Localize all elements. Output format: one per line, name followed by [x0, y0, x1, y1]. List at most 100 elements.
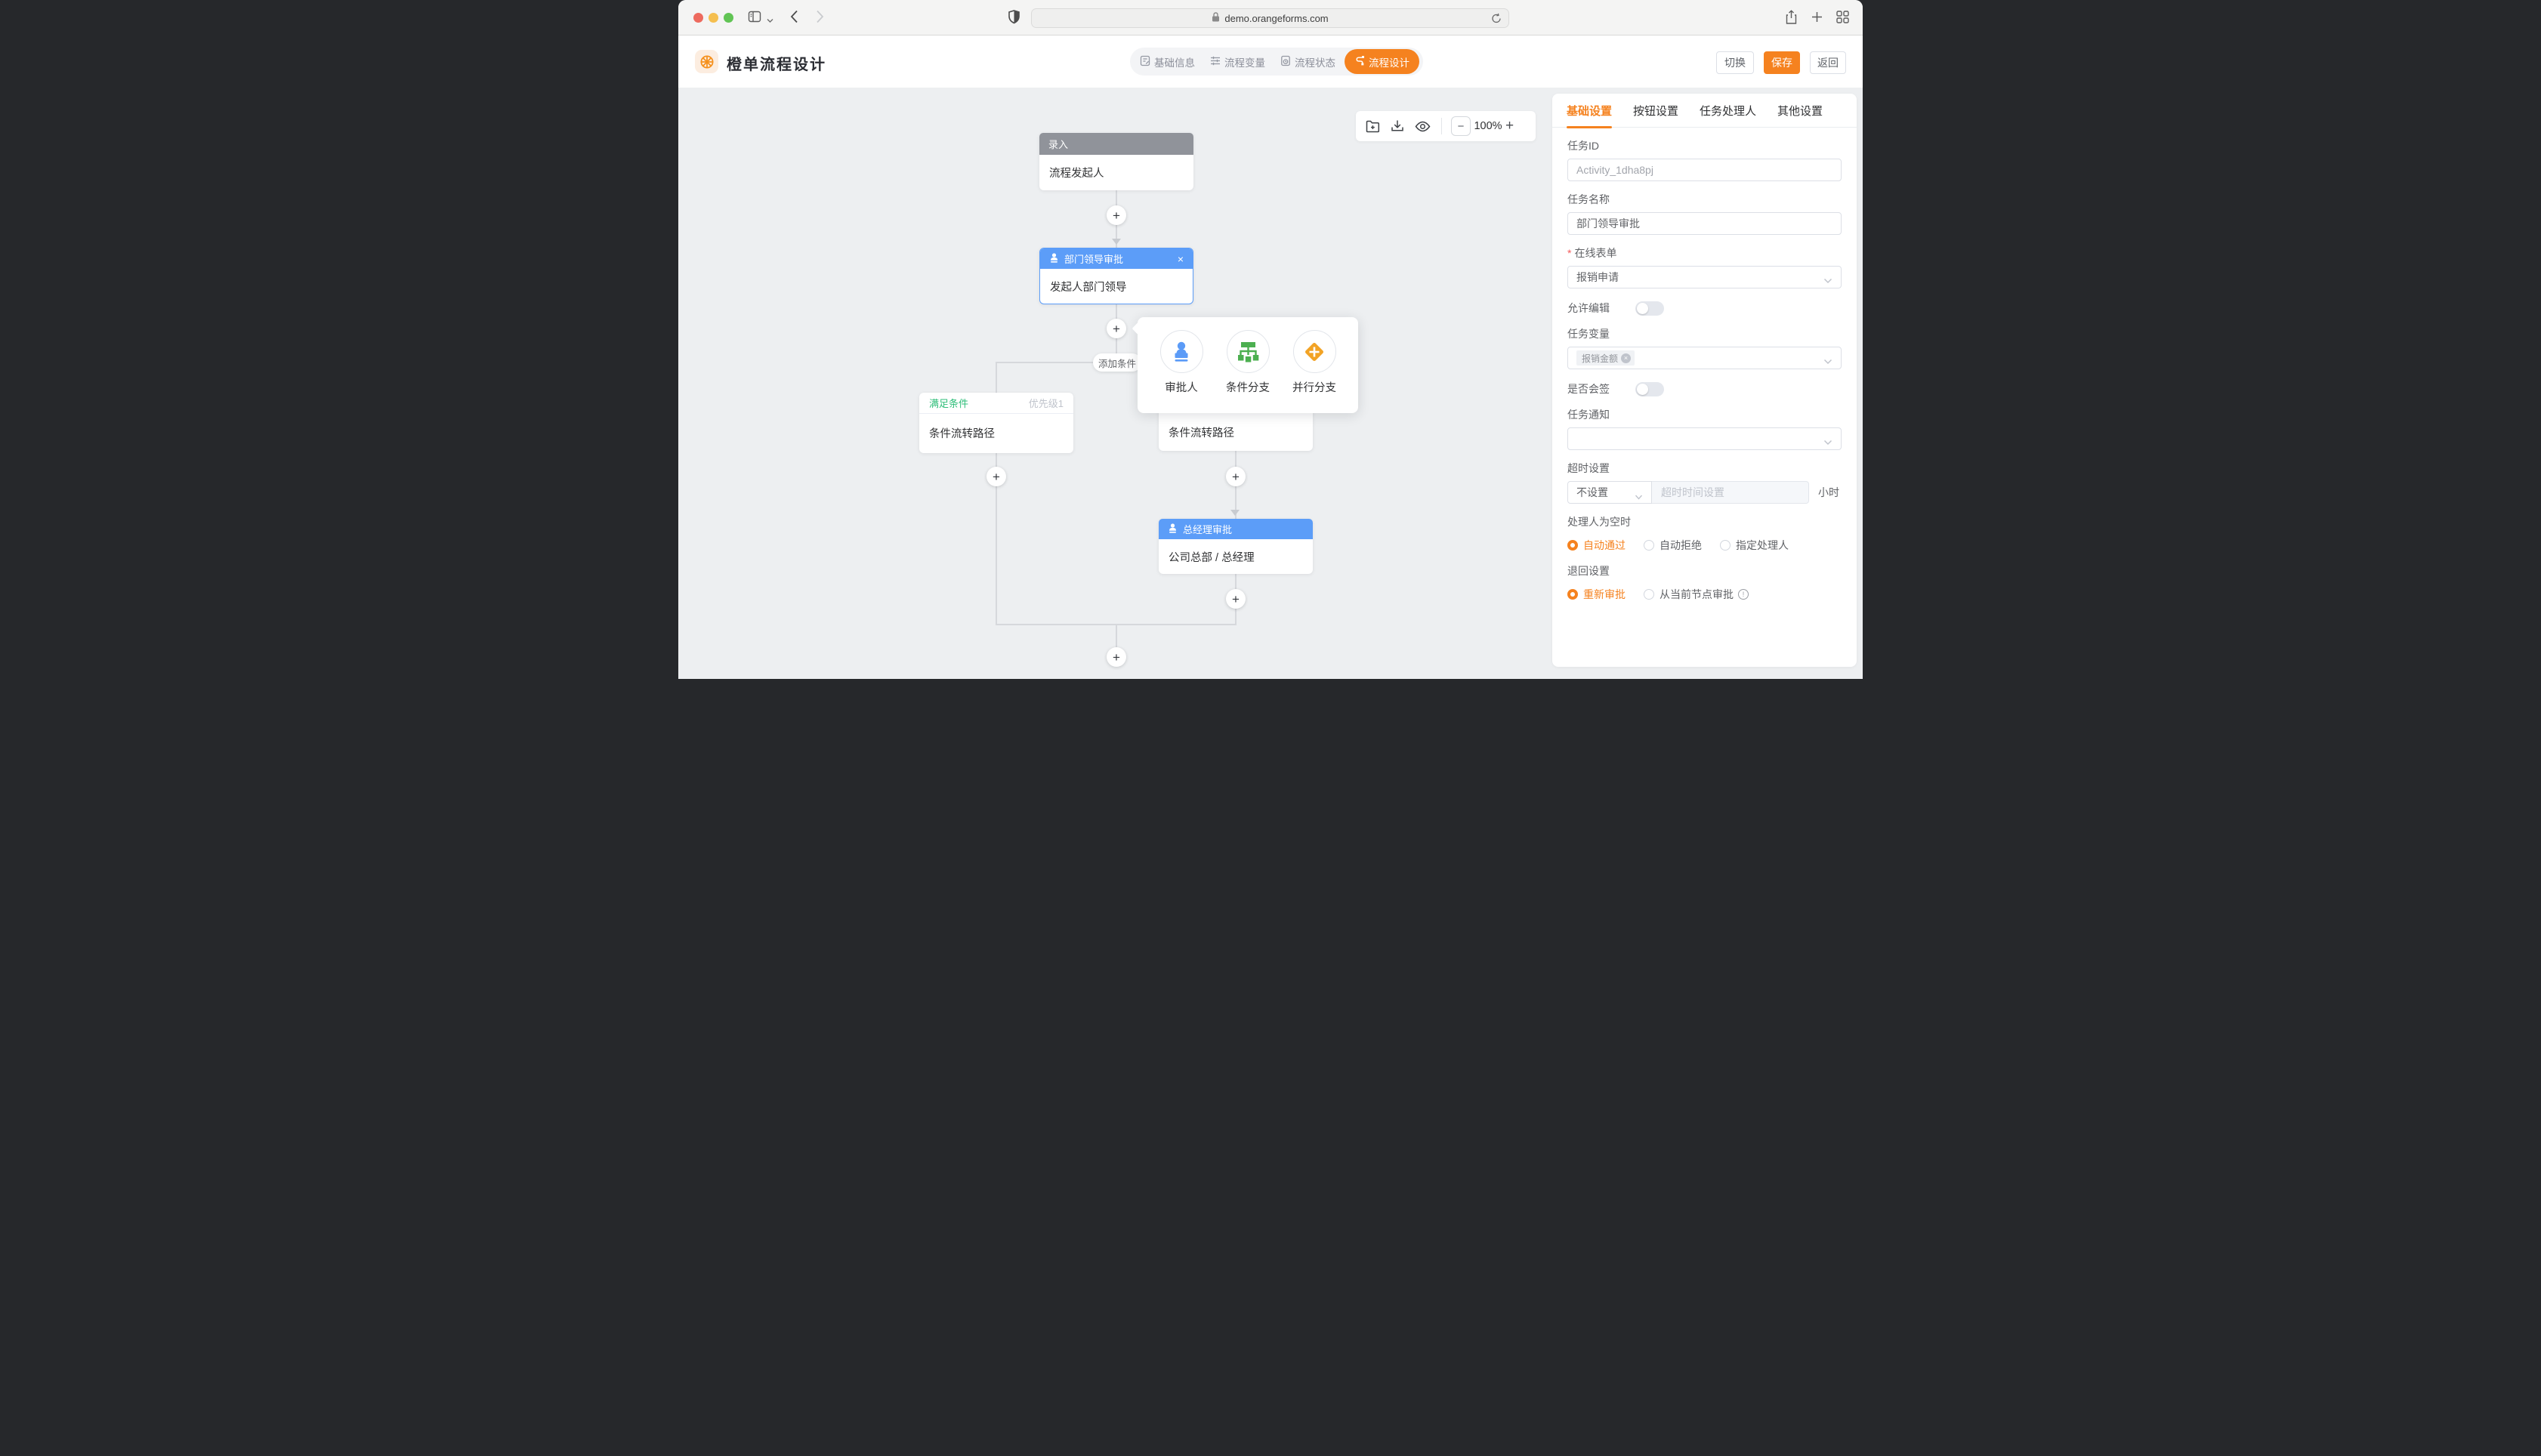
user-stamp-icon — [1168, 523, 1178, 535]
radio-current-node-approval[interactable] — [1644, 589, 1654, 600]
sliders-icon — [1210, 55, 1221, 69]
allow-edit-label: 允许编辑 — [1567, 303, 1610, 314]
sidebar-icon[interactable] — [748, 10, 761, 27]
variable-tag: 报销金额 — [1576, 350, 1635, 366]
tab-process-variables[interactable]: 流程变量 — [1203, 48, 1273, 76]
timeout-label: 超时设置 — [1567, 463, 1842, 474]
tab-basic-info[interactable]: 基础信息 — [1132, 48, 1203, 76]
condition-left-header: 满足条件 优先级1 — [919, 393, 1073, 414]
zoom-out-button[interactable] — [1451, 116, 1471, 136]
browser-window: demo.orangeforms.com — [678, 0, 1863, 679]
gm-approval-node-header: 总经理审批 — [1159, 519, 1313, 539]
start-node[interactable]: 录入 流程发起人 — [1039, 133, 1193, 190]
dept-approval-node-body: 发起人部门领导 — [1040, 269, 1193, 304]
add-node-button[interactable] — [986, 467, 1006, 486]
radio-restart-approval[interactable] — [1567, 589, 1578, 600]
info-icon[interactable] — [1738, 589, 1749, 600]
new-tab-icon[interactable] — [1811, 11, 1823, 26]
empty-handler-options: 自动通过 自动拒绝 指定处理人 — [1567, 538, 1842, 553]
task-name-label: 任务名称 — [1567, 194, 1842, 205]
allow-edit-toggle[interactable] — [1635, 301, 1664, 316]
flow-canvas: 录入 流程发起人 部门领导审批 × 发起人部门领导 满足条件 优先级1 — [678, 88, 1863, 679]
allow-edit-row: 允许编辑 — [1567, 301, 1842, 316]
address-bar[interactable]: demo.orangeforms.com — [1031, 8, 1509, 28]
chevron-down-icon — [1635, 490, 1643, 502]
tab-basic-settings[interactable]: 基础设置 — [1567, 94, 1612, 128]
required-mark: * — [1567, 248, 1571, 259]
start-node-body: 流程发起人 — [1039, 155, 1193, 190]
add-node-button[interactable] — [1107, 205, 1126, 225]
popup-item-condition-branch[interactable]: 条件分支 — [1221, 330, 1275, 413]
doc-edit-icon — [1140, 55, 1150, 69]
tab-task-assignee[interactable]: 任务处理人 — [1700, 94, 1756, 128]
tag-remove-icon[interactable] — [1621, 353, 1631, 363]
condition-left-body: 条件流转路径 — [919, 414, 1073, 452]
add-node-button[interactable] — [1226, 589, 1246, 609]
window-close-button[interactable] — [693, 13, 703, 23]
timeout-mode-select[interactable]: 不设置 — [1567, 481, 1652, 504]
window-zoom-button[interactable] — [724, 13, 733, 23]
share-icon[interactable] — [1785, 10, 1798, 29]
popup-item-approver[interactable]: 审批人 — [1154, 330, 1209, 413]
reload-button[interactable] — [1491, 13, 1502, 26]
timeout-row: 不设置 小时 — [1567, 481, 1842, 504]
app-logo-icon — [695, 50, 718, 73]
task-id-input[interactable] — [1576, 164, 1832, 176]
open-file-icon[interactable] — [1366, 120, 1380, 133]
connector-line — [996, 362, 997, 393]
add-node-popup: 审批人 条件分支 — [1138, 317, 1358, 413]
app-header: 橙单流程设计 基础信息 流程变量 — [678, 35, 1863, 88]
countersign-label: 是否会签 — [1567, 384, 1610, 395]
close-icon[interactable]: × — [1178, 254, 1184, 264]
zoom-level: 100% — [1471, 120, 1505, 132]
countersign-toggle[interactable] — [1635, 382, 1664, 396]
task-notice-select[interactable] — [1567, 427, 1842, 450]
chevron-down-icon — [1823, 436, 1832, 448]
task-variable-label: 任务变量 — [1567, 329, 1842, 340]
radio-auto-reject[interactable] — [1644, 540, 1654, 551]
popup-item-parallel-branch[interactable]: 并行分支 — [1287, 330, 1342, 413]
tab-process-design[interactable]: 流程设计 — [1345, 49, 1419, 74]
gm-approval-node[interactable]: 总经理审批 公司总部 / 总经理 — [1159, 519, 1313, 574]
privacy-shield-icon[interactable] — [1008, 10, 1020, 28]
task-variable-select[interactable]: 报销金额 — [1567, 347, 1842, 369]
back-to-list-button[interactable]: 返回 — [1810, 51, 1846, 74]
dept-approval-node[interactable]: 部门领导审批 × 发起人部门领导 — [1039, 248, 1193, 304]
radio-assign-handler[interactable] — [1720, 540, 1731, 551]
tab-button-settings[interactable]: 按钮设置 — [1633, 94, 1678, 128]
save-button[interactable]: 保存 — [1764, 51, 1800, 74]
preview-eye-icon[interactable] — [1415, 121, 1431, 132]
switch-button[interactable]: 切换 — [1716, 51, 1754, 74]
online-form-label: * 在线表单 — [1567, 248, 1842, 259]
add-node-button[interactable] — [1107, 319, 1126, 338]
chevron-down-icon[interactable] — [767, 14, 773, 27]
forward-button[interactable] — [816, 10, 824, 27]
flow-icon — [1354, 55, 1365, 68]
header-tab-group: 基础信息 流程变量 流程状态 — [1130, 48, 1423, 76]
toolbar-divider — [1441, 118, 1442, 134]
timeout-value-input[interactable] — [1652, 481, 1809, 504]
tab-other-settings[interactable]: 其他设置 — [1777, 94, 1823, 128]
back-button[interactable] — [790, 10, 798, 27]
add-condition-pill[interactable]: 添加条件 — [1093, 353, 1141, 372]
radio-auto-approve[interactable] — [1567, 540, 1578, 551]
settings-tab-bar: 基础设置 按钮设置 任务处理人 其他设置 — [1552, 94, 1857, 128]
dept-approval-node-header: 部门领导审批 × — [1040, 248, 1193, 269]
download-icon[interactable] — [1391, 119, 1404, 133]
task-name-input[interactable] — [1576, 217, 1832, 230]
tab-process-status[interactable]: 流程状态 — [1273, 48, 1343, 76]
window-minimize-button[interactable] — [709, 13, 718, 23]
online-form-select[interactable]: 报销申请 — [1567, 266, 1842, 288]
settings-form: 任务ID 任务名称 * 在线表单 报销申请 — [1552, 140, 1857, 602]
condition-left-node[interactable]: 满足条件 优先级1 条件流转路径 — [919, 393, 1073, 453]
condition-branch-icon — [1227, 330, 1270, 373]
tab-overview-icon[interactable] — [1836, 11, 1849, 27]
add-node-button[interactable] — [1107, 647, 1126, 667]
settings-panel: 基础设置 按钮设置 任务处理人 其他设置 任务ID 任务名称 * 在线表单 — [1552, 94, 1857, 667]
add-node-button[interactable] — [1226, 467, 1246, 486]
browser-toolbar: demo.orangeforms.com — [678, 0, 1863, 35]
condition-right-body: 条件流转路径 — [1159, 413, 1313, 452]
priority-badge: 优先级1 — [1029, 396, 1064, 410]
zoom-in-button[interactable] — [1505, 118, 1514, 134]
timeout-unit: 小时 — [1818, 485, 1839, 500]
